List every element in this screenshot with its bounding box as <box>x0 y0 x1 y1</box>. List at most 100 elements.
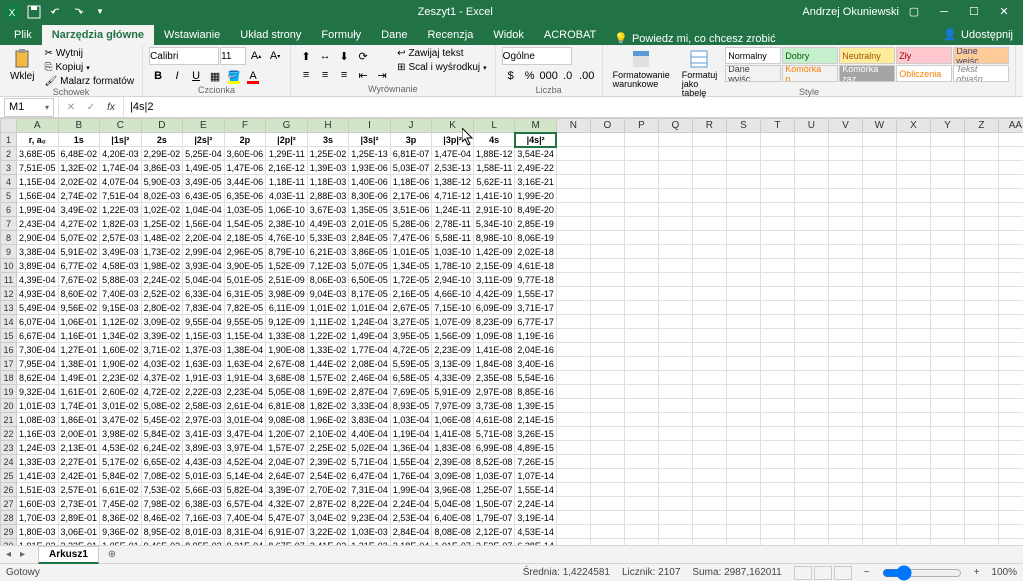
cell[interactable]: 1,76E-04 <box>390 469 432 483</box>
cell[interactable] <box>896 245 930 259</box>
cell[interactable]: 6,58E-05 <box>390 371 432 385</box>
cell[interactable]: 1,16E-03 <box>17 427 59 441</box>
cell[interactable] <box>964 175 998 189</box>
cell[interactable]: 6,81E-08 <box>266 399 308 413</box>
cell[interactable] <box>862 133 896 147</box>
cell[interactable]: 3,98E-02 <box>100 427 142 441</box>
cell[interactable] <box>692 189 726 203</box>
cell[interactable] <box>692 413 726 427</box>
cell[interactable]: 3,89E-03 <box>183 441 225 455</box>
cell[interactable]: 5,91E-09 <box>432 385 474 399</box>
enter-formula-button[interactable]: ✓ <box>83 99 99 115</box>
cell[interactable]: 2,18E-05 <box>224 231 266 245</box>
cell[interactable] <box>828 539 862 546</box>
cell[interactable] <box>658 427 692 441</box>
cell[interactable]: 7,12E-03 <box>307 259 349 273</box>
cell[interactable] <box>760 133 794 147</box>
cell[interactable]: |2s|² <box>183 133 225 147</box>
cell[interactable]: 2,85E-19 <box>515 217 557 231</box>
cell[interactable]: 9,36E-02 <box>100 525 142 539</box>
cell[interactable] <box>828 133 862 147</box>
cell[interactable]: 8,85E-16 <box>515 385 557 399</box>
sheet-nav-next[interactable]: ▸ <box>20 549 32 560</box>
cell[interactable]: 3,68E-08 <box>266 371 308 385</box>
cell[interactable]: 7,51E-05 <box>17 161 59 175</box>
cell[interactable] <box>658 175 692 189</box>
cell[interactable]: 1,52E-09 <box>266 259 308 273</box>
accounting-button[interactable]: $ <box>502 67 520 85</box>
cell[interactable] <box>998 525 1023 539</box>
cell[interactable] <box>998 189 1023 203</box>
cell[interactable]: 1,56E-04 <box>17 189 59 203</box>
cell[interactable]: 3,38E-04 <box>17 245 59 259</box>
align-bottom-button[interactable]: ⬇ <box>335 47 353 65</box>
cell[interactable] <box>726 259 760 273</box>
row-header[interactable]: 14 <box>1 315 17 329</box>
cell[interactable]: 5,25E-04 <box>183 147 225 161</box>
cell[interactable]: 1,72E-05 <box>390 273 432 287</box>
cell[interactable] <box>556 539 590 546</box>
comma-button[interactable]: 000 <box>540 67 558 85</box>
cell[interactable]: 1,74E-04 <box>100 161 142 175</box>
cell[interactable] <box>896 413 930 427</box>
cell[interactable] <box>828 301 862 315</box>
cell[interactable] <box>726 245 760 259</box>
row-header[interactable]: 6 <box>1 203 17 217</box>
cell[interactable]: 3,13E-09 <box>432 357 474 371</box>
row-header[interactable]: 19 <box>1 385 17 399</box>
cell[interactable]: 2,89E-01 <box>58 511 100 525</box>
tab-formulas[interactable]: Formuły <box>311 25 371 45</box>
cell[interactable] <box>964 147 998 161</box>
cell[interactable] <box>624 483 658 497</box>
tab-view[interactable]: Widok <box>483 25 534 45</box>
cell[interactable] <box>760 175 794 189</box>
row-header[interactable]: 27 <box>1 497 17 511</box>
cell[interactable] <box>998 217 1023 231</box>
cell[interactable] <box>760 315 794 329</box>
cell[interactable] <box>896 329 930 343</box>
cell[interactable]: 2,84E-04 <box>390 525 432 539</box>
cell[interactable] <box>726 161 760 175</box>
cell[interactable] <box>930 315 964 329</box>
row-header[interactable]: 17 <box>1 357 17 371</box>
cell[interactable]: 4,58E-03 <box>100 259 142 273</box>
cell[interactable]: 4,52E-04 <box>224 455 266 469</box>
cell[interactable]: 1,80E-03 <box>17 525 59 539</box>
cell[interactable]: 2,16E-05 <box>390 287 432 301</box>
cell[interactable]: 7,51E-04 <box>100 189 142 203</box>
cell[interactable] <box>794 175 828 189</box>
cell[interactable]: 1,47E-04 <box>432 147 474 161</box>
cell[interactable]: 1,73E-02 <box>141 245 183 259</box>
qat-customize-icon[interactable]: ▼ <box>92 4 108 20</box>
cell[interactable]: 2p <box>224 133 266 147</box>
cell[interactable] <box>862 469 896 483</box>
cell[interactable] <box>624 245 658 259</box>
cell[interactable]: r, a₀ <box>17 133 59 147</box>
cell[interactable] <box>556 441 590 455</box>
cell[interactable] <box>590 539 624 546</box>
cell[interactable]: 1,93E-06 <box>349 161 391 175</box>
cell[interactable] <box>964 133 998 147</box>
cell[interactable]: 2,64E-07 <box>266 469 308 483</box>
column-header[interactable]: U <box>794 119 828 133</box>
cell[interactable] <box>726 525 760 539</box>
cell[interactable]: 6,21E-03 <box>307 245 349 259</box>
cell[interactable] <box>658 189 692 203</box>
cell[interactable] <box>828 399 862 413</box>
cell[interactable]: 7,69E-05 <box>390 385 432 399</box>
cell[interactable]: 1,24E-11 <box>432 203 474 217</box>
cell[interactable] <box>794 371 828 385</box>
cell[interactable]: 6,31E-05 <box>224 287 266 301</box>
cell[interactable] <box>556 371 590 385</box>
cell[interactable] <box>692 315 726 329</box>
cell[interactable]: 5,17E-02 <box>100 455 142 469</box>
cell[interactable] <box>624 511 658 525</box>
cell[interactable] <box>692 483 726 497</box>
cell[interactable] <box>794 133 828 147</box>
cell[interactable] <box>556 161 590 175</box>
cell[interactable] <box>624 469 658 483</box>
cell[interactable] <box>794 259 828 273</box>
cell[interactable] <box>692 497 726 511</box>
cell[interactable]: 2,97E-08 <box>473 385 515 399</box>
cell[interactable] <box>896 315 930 329</box>
